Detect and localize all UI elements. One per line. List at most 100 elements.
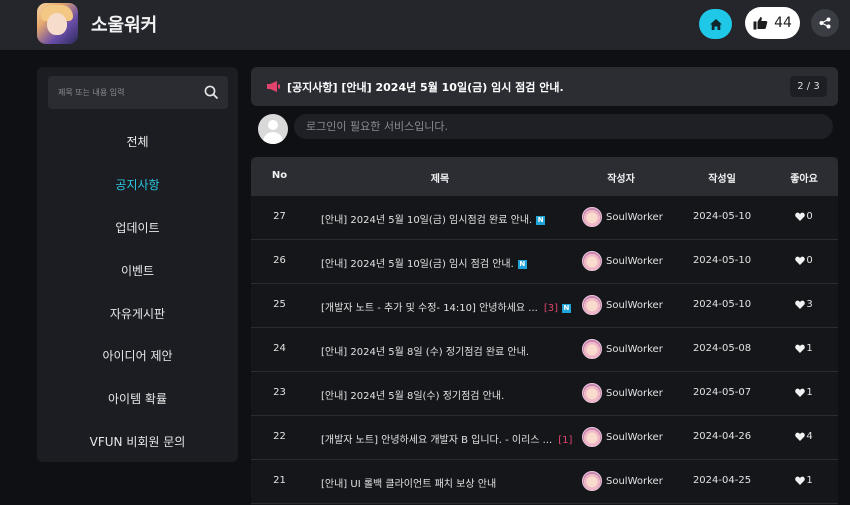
table-row[interactable]: 24 [안내] 2024년 5월 8일 (수) 정기점검 완료 안내. Soul… <box>251 328 838 372</box>
row-title-link[interactable]: [개발자 노트 - 추가 및 수정- 14:10] 안녕하세요 ... [3] N <box>321 299 571 314</box>
row-title-link[interactable]: [안내] 2024년 5월 10일(금) 임시점검 완료 안내. N <box>321 211 546 226</box>
row-title[interactable]: [개발자 노트] 안녕하세요 개발자 B 입니다. - 이리스 ... <box>321 435 552 446</box>
login-required-input[interactable]: 로그인이 필요한 서비스입니다. <box>294 114 833 139</box>
heart-icon <box>795 344 806 353</box>
author-name[interactable]: SoulWorker <box>606 476 663 487</box>
heart-icon <box>795 388 806 397</box>
like-count: 44 <box>774 15 792 31</box>
like-count: 1 <box>806 343 813 354</box>
table-row[interactable]: 26 [안내] 2024년 5월 10일(금) 임시 점검 안내. N SoulW… <box>251 240 838 284</box>
author-name[interactable]: SoulWorker <box>606 388 663 399</box>
new-badge: N <box>517 259 527 269</box>
header-title: 제목 <box>430 174 450 185</box>
row-title[interactable]: [개발자 노트 - 추가 및 수정- 14:10] 안녕하세요 ... <box>321 303 538 314</box>
row-likes: 0 <box>779 255 829 266</box>
home-button[interactable] <box>699 9 732 39</box>
search-box <box>48 76 228 109</box>
sidebar-item-free-board[interactable]: 자유게시판 <box>37 305 238 322</box>
row-author[interactable]: SoulWorker <box>582 295 663 315</box>
row-number: 23 <box>273 387 286 398</box>
table-row[interactable]: 21 [안내] UI 롤백 클라이언트 패치 보상 안내 SoulWorker … <box>251 460 838 504</box>
header-likes: 좋아요 <box>790 174 818 185</box>
author-avatar <box>582 471 602 491</box>
row-likes: 0 <box>779 211 829 222</box>
author-avatar <box>582 339 602 359</box>
sidebar-item-update[interactable]: 업데이트 <box>37 219 238 236</box>
table-row[interactable]: 25 [개발자 노트 - 추가 및 수정- 14:10] 안녕하세요 ... [3… <box>251 284 838 328</box>
megaphone-icon <box>267 81 280 92</box>
row-likes: 1 <box>779 343 829 354</box>
row-number: 21 <box>273 475 286 486</box>
row-author[interactable]: SoulWorker <box>582 207 663 227</box>
top-bar: 소울워커 44 <box>0 0 850 50</box>
like-count: 0 <box>806 255 813 266</box>
sidebar-item-all[interactable]: 전체 <box>37 133 238 150</box>
like-count: 1 <box>806 475 813 486</box>
row-title[interactable]: [안내] 2024년 5월 8일(수) 정기점검 안내. <box>321 391 504 402</box>
search-icon[interactable] <box>204 85 219 100</box>
sidebar-item-vfun-inquiry[interactable]: VFUN 비회원 문의 <box>37 433 238 450</box>
row-title[interactable]: [안내] 2024년 5월 10일(금) 임시점검 완료 안내. <box>321 215 532 226</box>
row-number: 26 <box>273 255 286 266</box>
like-button[interactable]: 44 <box>745 7 800 39</box>
table-row[interactable]: 27 [안내] 2024년 5월 10일(금) 임시점검 완료 안내. N Sou… <box>251 196 838 240</box>
author-name[interactable]: SoulWorker <box>606 212 663 223</box>
table-row[interactable]: 23 [안내] 2024년 5월 8일(수) 정기점검 안내. SoulWork… <box>251 372 838 416</box>
row-likes: 4 <box>779 431 829 442</box>
comment-count: [1] <box>558 435 573 446</box>
row-likes: 1 <box>779 475 829 486</box>
heart-icon <box>795 256 806 265</box>
row-title[interactable]: [안내] 2024년 5월 10일(금) 임시 점검 안내. <box>321 259 514 270</box>
author-avatar <box>582 295 602 315</box>
table-row[interactable]: 22 [개발자 노트] 안녕하세요 개발자 B 입니다. - 이리스 ... [1… <box>251 416 838 460</box>
row-author[interactable]: SoulWorker <box>582 251 663 271</box>
row-author[interactable]: SoulWorker <box>582 427 663 447</box>
notice-banner[interactable]: [공지사항] [안내] 2024년 5월 10일(금) 임시 점검 안내. 2 … <box>251 67 838 106</box>
like-count: 4 <box>806 431 813 442</box>
author-name[interactable]: SoulWorker <box>606 256 663 267</box>
table-header: No 제목 작성자 작성일 좋아요 <box>251 157 838 196</box>
heart-icon <box>795 476 806 485</box>
author-name[interactable]: SoulWorker <box>606 344 663 355</box>
sidebar: 전체 공지사항 업데이트 이벤트 자유게시판 아이디어 제안 아이템 확률 VF… <box>37 67 238 462</box>
notice-pager[interactable]: 2 / 3 <box>790 76 827 97</box>
share-button[interactable] <box>811 9 839 37</box>
row-author[interactable]: SoulWorker <box>582 383 663 403</box>
author-avatar <box>582 251 602 271</box>
author-name[interactable]: SoulWorker <box>606 432 663 443</box>
row-number: 24 <box>273 343 286 354</box>
heart-icon <box>795 212 806 221</box>
row-author[interactable]: SoulWorker <box>582 471 663 491</box>
row-date: 2024-05-07 <box>692 387 752 398</box>
row-author[interactable]: SoulWorker <box>582 339 663 359</box>
like-count: 3 <box>806 299 813 310</box>
row-date: 2024-05-10 <box>692 255 752 266</box>
row-title-link[interactable]: [안내] UI 롤백 클라이언트 패치 보상 안내 <box>321 475 496 490</box>
sidebar-item-item-probability[interactable]: 아이템 확률 <box>37 390 238 407</box>
row-number: 22 <box>273 431 286 442</box>
row-date: 2024-04-25 <box>692 475 752 486</box>
heart-icon <box>795 300 806 309</box>
app-title[interactable]: 소울워커 <box>91 11 157 37</box>
row-date: 2024-04-26 <box>692 431 752 442</box>
row-title-link[interactable]: [개발자 노트] 안녕하세요 개발자 B 입니다. - 이리스 ... [1] <box>321 431 572 446</box>
author-name[interactable]: SoulWorker <box>606 300 663 311</box>
author-avatar <box>582 207 602 227</box>
author-avatar <box>582 427 602 447</box>
notice-text[interactable]: [공지사항] [안내] 2024년 5월 10일(금) 임시 점검 안내. <box>287 79 564 95</box>
header-date: 작성일 <box>708 174 736 185</box>
like-count: 1 <box>806 387 813 398</box>
app-logo-icon[interactable] <box>37 3 78 44</box>
row-title[interactable]: [안내] 2024년 5월 8일 (수) 정기점검 완료 안내. <box>321 347 529 358</box>
header-author: 작성자 <box>607 174 635 185</box>
row-title-link[interactable]: [안내] 2024년 5월 10일(금) 임시 점검 안내. N <box>321 255 527 270</box>
row-title-link[interactable]: [안내] 2024년 5월 8일 (수) 정기점검 완료 안내. <box>321 343 529 358</box>
sidebar-item-notice[interactable]: 공지사항 <box>37 176 238 193</box>
row-date: 2024-05-10 <box>692 299 752 310</box>
sidebar-item-idea[interactable]: 아이디어 제안 <box>37 347 238 364</box>
row-title[interactable]: [안내] UI 롤백 클라이언트 패치 보상 안내 <box>321 479 496 490</box>
sidebar-item-event[interactable]: 이벤트 <box>37 262 238 279</box>
search-input[interactable] <box>48 76 198 109</box>
row-title-link[interactable]: [안내] 2024년 5월 8일(수) 정기점검 안내. <box>321 387 504 402</box>
thumbs-up-icon <box>753 17 768 30</box>
